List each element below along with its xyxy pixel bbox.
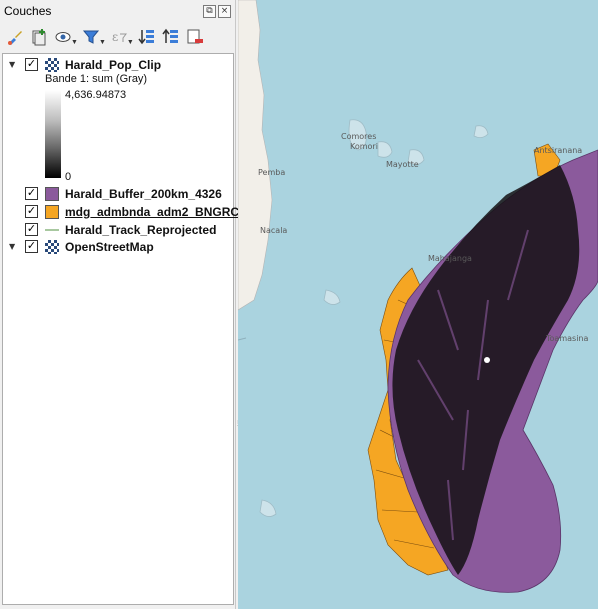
- polygon-symbol-icon: [45, 186, 59, 201]
- layer-tree: ▼ ✓ Harald_Pop_Clip Bande 1: sum (Gray) …: [2, 53, 239, 605]
- comoros-island: [473, 125, 489, 138]
- polygon-symbol-icon: [45, 204, 59, 219]
- map-drawing: [238, 0, 598, 593]
- gray-ramp-legend: [45, 90, 61, 178]
- shoal: [323, 289, 341, 305]
- layer-visibility-checkbox[interactable]: ✓: [25, 187, 38, 200]
- expression-filter-icon: ε: [112, 30, 127, 44]
- layer-name: OpenStreetMap: [65, 239, 154, 254]
- layer-row-track[interactable]: ✓ Harald_Track_Reprojected: [3, 221, 233, 238]
- collapse-all-button[interactable]: [160, 26, 182, 48]
- layer-visibility-checkbox[interactable]: ✓: [25, 240, 38, 253]
- layer-row-buffer[interactable]: ✓ Harald_Buffer_200km_4326: [3, 185, 233, 202]
- map-label-toamasina: Toamasina: [546, 334, 589, 343]
- collapse-all-icon: [162, 28, 178, 43]
- svg-text:ε: ε: [112, 30, 118, 44]
- map-label-comores: Comores: [341, 132, 377, 141]
- capital-point: [484, 357, 490, 363]
- raster-layer-icon: [45, 57, 59, 72]
- add-group-icon: [32, 29, 46, 46]
- close-panel-button[interactable]: ×: [218, 5, 231, 18]
- layer-row-admin[interactable]: ✓ mdg_admbnda_adm2_BNGRC: [3, 203, 239, 220]
- expand-all-button[interactable]: [136, 26, 158, 48]
- map-canvas[interactable]: Comores Komori Mayotte Antsiranana Pemba…: [238, 0, 598, 609]
- filter-icon: [82, 30, 100, 44]
- layer-row-pop-clip[interactable]: ▼ ✓ Harald_Pop_Clip: [3, 56, 233, 73]
- expand-all-icon: [138, 30, 154, 45]
- map-label-komori: Komori: [350, 142, 378, 151]
- layer-row-osm[interactable]: ▼ ✓ OpenStreetMap: [3, 238, 233, 255]
- layer-name: Harald_Track_Reprojected: [65, 222, 217, 237]
- shoal: [259, 499, 277, 517]
- add-group-button[interactable]: [28, 26, 50, 48]
- ramp-max-label: 4,636.94873: [65, 89, 127, 101]
- eye-icon: [55, 32, 71, 42]
- float-panel-button[interactable]: ⧉: [203, 5, 216, 18]
- layers-panel: Couches ⧉ × ▼ ▼ ε ▼ ▼ ✓ Harald_Pop_Clip …: [0, 0, 239, 609]
- qgis-window: Couches ⧉ × ▼ ▼ ε ▼ ▼ ✓ Harald_Pop_Clip …: [0, 0, 598, 609]
- raster-layer-icon: [45, 239, 59, 254]
- remove-layer-button[interactable]: [184, 26, 206, 48]
- mainland-africa: [238, 0, 273, 311]
- collapse-arrow-icon[interactable]: ▼: [9, 60, 15, 69]
- band-label: Bande 1: sum (Gray): [45, 73, 148, 85]
- layer-name: Harald_Buffer_200km_4326: [65, 186, 222, 201]
- chevron-down-icon: ▼: [98, 38, 106, 46]
- line-symbol-icon: [45, 229, 59, 231]
- chevron-down-icon: ▼: [71, 38, 78, 46]
- map-label-antsiranana: Antsiranana: [534, 146, 583, 155]
- ramp-min-label: 0: [65, 171, 72, 183]
- route-line: [238, 337, 247, 341]
- layers-toolbar: ▼ ▼ ε ▼: [4, 26, 206, 48]
- remove-layer-icon: [187, 29, 203, 44]
- layer-visibility-checkbox[interactable]: ✓: [25, 205, 38, 218]
- panel-title: Couches: [4, 4, 52, 18]
- map-label-nacala: Nacala: [260, 226, 288, 235]
- map-label-mahajanga: Mahajanga: [428, 254, 472, 263]
- style-manager-button[interactable]: [4, 26, 26, 48]
- chevron-down-icon: ▼: [126, 38, 134, 46]
- layer-visibility-checkbox[interactable]: ✓: [25, 58, 38, 71]
- layer-name: Harald_Pop_Clip: [65, 57, 162, 72]
- comoros-island: [377, 141, 393, 158]
- map-label-pemba: Pemba: [258, 168, 286, 177]
- collapse-arrow-icon[interactable]: ▼: [9, 242, 15, 251]
- layer-visibility-checkbox[interactable]: ✓: [25, 223, 38, 236]
- paint-brush-icon: [8, 31, 22, 45]
- map-label-mayotte: Mayotte: [386, 160, 419, 169]
- layer-name: mdg_admbnda_adm2_BNGRC: [65, 204, 240, 219]
